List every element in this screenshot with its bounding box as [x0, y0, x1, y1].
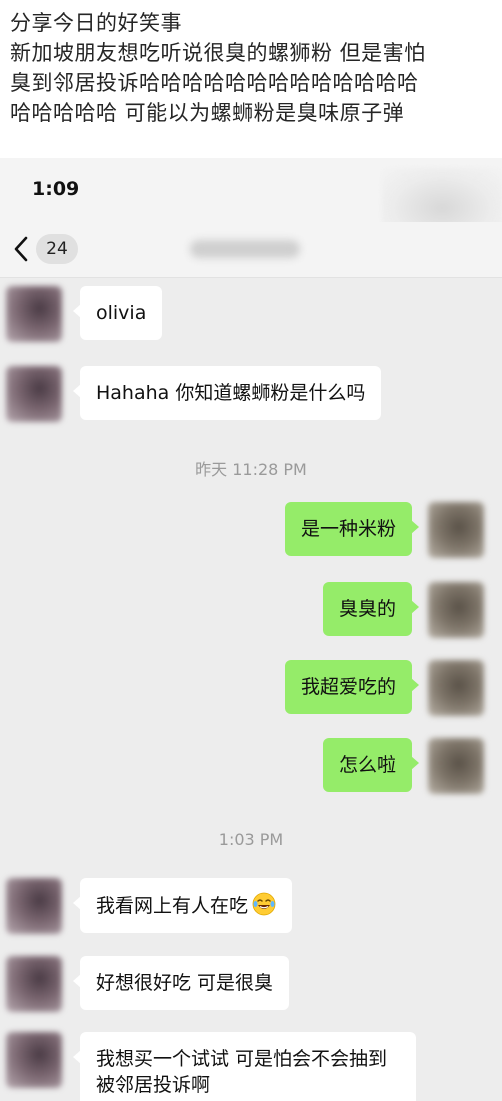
message-text: 我看网上有人在吃 [96, 895, 249, 917]
caption-line: 哈哈哈哈哈 可能以为螺蛳粉是臭味原子弹 [10, 101, 405, 125]
outgoing-message-bubble[interactable]: 我超爱吃的 [284, 660, 420, 714]
outgoing-message-bubble[interactable]: 是一种米粉 [284, 502, 420, 556]
chat-screenshot: 1:09 24 olivia Hahaha 你知道螺蛳粉是什么吗 昨天 11:2… [0, 158, 502, 1101]
contact-avatar[interactable] [6, 286, 62, 342]
chat-header: 24 [0, 222, 502, 278]
contact-avatar[interactable] [6, 956, 62, 1012]
post-caption: 分享今日的好笑事 新加坡朋友想吃听说很臭的螺狮粉 但是害怕 臭到邻居投诉哈哈哈哈… [0, 0, 502, 158]
message-timestamp: 1:03 PM [218, 830, 284, 849]
incoming-message-bubble[interactable]: olivia [72, 286, 163, 340]
caption-line: 新加坡朋友想吃听说很臭的螺狮粉 但是害怕 [10, 41, 426, 65]
incoming-message-bubble[interactable]: Hahaha 你知道螺蛳粉是什么吗 [72, 366, 382, 420]
message-timestamp: 昨天 11:28 PM [195, 460, 307, 479]
user-avatar[interactable] [428, 660, 484, 716]
status-time: 1:09 [32, 178, 80, 200]
incoming-message-bubble[interactable]: 好想很好吃 可是很臭 [72, 956, 290, 1010]
user-avatar[interactable] [428, 502, 484, 558]
contact-avatar[interactable] [6, 878, 62, 934]
status-bar: 1:09 [0, 158, 502, 248]
user-avatar[interactable] [428, 738, 484, 794]
caption-line: 分享今日的好笑事 [10, 11, 182, 35]
incoming-message-bubble[interactable]: 我想买一个试试 可是怕会不会抽到被邻居投诉啊 [73, 1032, 416, 1101]
user-avatar[interactable] [428, 582, 484, 638]
caption-line: 臭到邻居投诉哈哈哈哈哈哈哈哈哈哈哈哈哈 [10, 71, 419, 95]
contact-avatar[interactable] [6, 366, 62, 422]
contact-name-blurred [190, 240, 300, 258]
contact-avatar[interactable] [6, 1032, 62, 1088]
unread-count-badge[interactable]: 24 [36, 234, 78, 264]
laughing-tears-emoji-icon [252, 892, 276, 916]
outgoing-message-bubble[interactable]: 臭臭的 [322, 582, 420, 636]
outgoing-message-bubble[interactable]: 怎么啦 [322, 738, 420, 792]
chevron-left-icon[interactable] [10, 234, 32, 264]
incoming-message-bubble[interactable]: 我看网上有人在吃 [72, 878, 293, 933]
